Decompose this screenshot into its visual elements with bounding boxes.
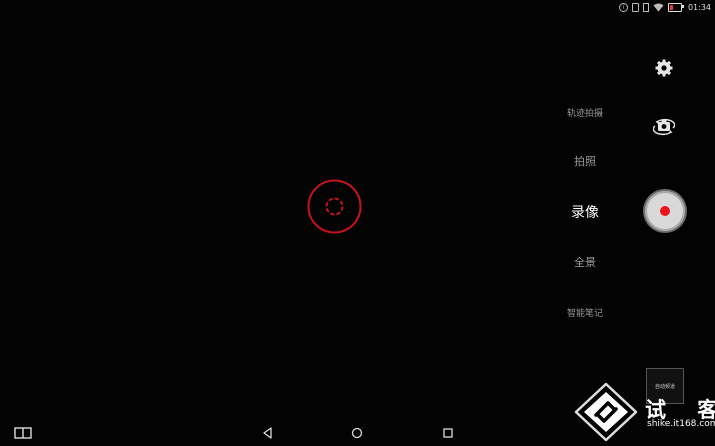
- back-icon[interactable]: [260, 426, 276, 440]
- mode-smart-note[interactable]: 智能笔记: [545, 306, 625, 319]
- recents-icon[interactable]: [440, 426, 456, 440]
- mode-trajectory[interactable]: 轨迹拍摄: [545, 106, 625, 119]
- split-screen-icon[interactable]: [14, 426, 32, 440]
- wifi-icon: [653, 3, 664, 12]
- watermark-url: shike.it168.com: [647, 419, 715, 429]
- device-icon: [642, 2, 649, 12]
- switch-camera-icon[interactable]: [653, 117, 675, 137]
- home-icon[interactable]: [349, 426, 365, 440]
- status-bar: i 01:34: [595, 0, 715, 14]
- record-button[interactable]: [645, 191, 685, 231]
- battery-low-icon: [667, 2, 684, 12]
- info-icon: i: [618, 2, 628, 12]
- sim-icon: [631, 2, 639, 12]
- focus-ring-icon: [307, 179, 362, 234]
- mode-panorama[interactable]: 全景: [545, 254, 625, 270]
- settings-gear-icon[interactable]: [654, 58, 674, 78]
- mode-photo[interactable]: 拍照: [545, 153, 625, 169]
- record-dot-icon: [660, 206, 670, 216]
- mode-video[interactable]: 录像: [545, 202, 625, 222]
- status-time: 01:34: [687, 2, 711, 12]
